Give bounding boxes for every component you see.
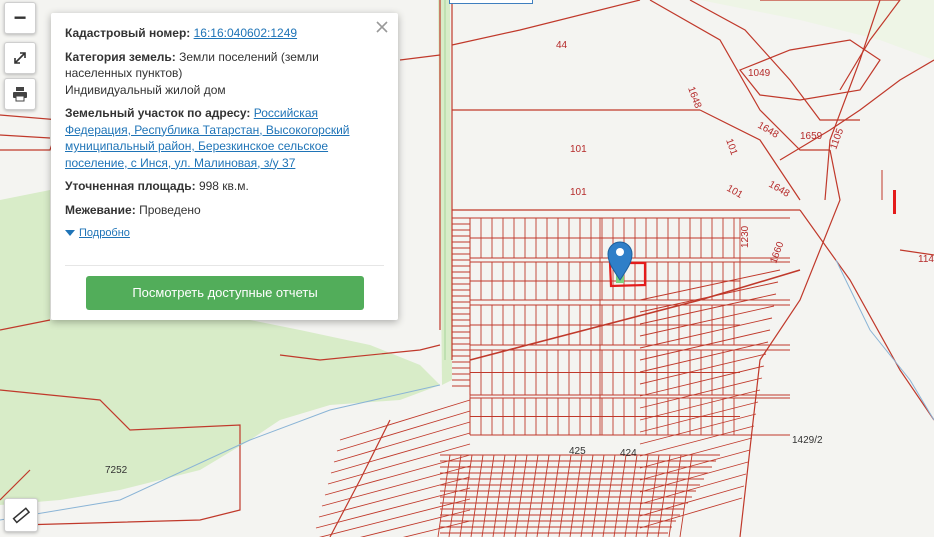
address-label: Земельный участок по адресу: (65, 106, 251, 120)
zoom-out-button[interactable]: − (4, 2, 36, 34)
fullscreen-icon (14, 52, 26, 64)
print-icon (13, 87, 27, 102)
survey-label: Межевание: (65, 202, 136, 217)
label-1230: 1230 (740, 225, 751, 248)
print-button[interactable] (4, 78, 36, 110)
view-reports-button[interactable]: Посмотреть доступные отчеты (86, 276, 364, 310)
cadastral-row: Кадастровый номер: 16:16:040602:1249 (65, 25, 384, 42)
ruler-icon (12, 507, 30, 524)
popup-divider (65, 265, 384, 266)
more-details-link[interactable]: Подробно (65, 225, 384, 242)
label-44: 44 (556, 40, 568, 51)
area-row: Уточненная площадь: 998 кв.м. (65, 178, 384, 195)
top-toolbar-edge (449, 0, 533, 4)
label-1429-2: 1429/2 (792, 435, 823, 446)
label-101b: 101 (570, 187, 587, 198)
label-424: 424 (620, 448, 637, 459)
address-row: Земельный участок по адресу: Российская … (65, 105, 384, 171)
permitted-use: Индивидуальный жилой дом (65, 82, 226, 97)
close-icon[interactable] (374, 19, 390, 35)
label-101a: 101 (570, 144, 587, 155)
area-label: Уточненная площадь: (65, 179, 196, 193)
survey-row: Межевание: Проведено (65, 202, 384, 219)
label-1659: 1659 (800, 131, 823, 142)
zoom-out-icon: − (13, 5, 27, 30)
label-114: 114 (918, 254, 934, 265)
edge-mark (893, 190, 896, 214)
category-label: Категория земель: (65, 49, 176, 64)
triangle-down-icon (65, 230, 75, 237)
parcel-info-popup: Кадастровый номер: 16:16:040602:1249 Кат… (51, 13, 398, 320)
category-row: Категория земель: Земли поселений (земли… (65, 49, 384, 99)
fullscreen-button[interactable] (4, 42, 36, 74)
label-1049: 1049 (748, 68, 771, 79)
more-details-label: Подробно (79, 227, 130, 239)
label-7252: 7252 (105, 465, 128, 476)
ruler-button[interactable] (4, 498, 38, 532)
area-value: 998 кв.м. (198, 179, 249, 193)
cadastral-label: Кадастровый номер: (65, 26, 191, 40)
survey-value: Проведено (139, 202, 201, 217)
label-425: 425 (569, 446, 586, 457)
cadastral-number-link[interactable]: 16:16:040602:1249 (194, 26, 297, 40)
